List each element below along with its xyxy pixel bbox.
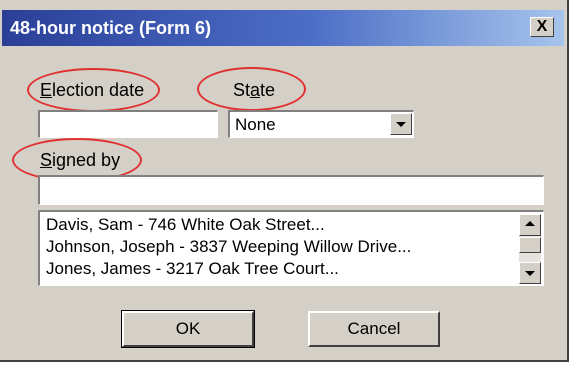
list-item[interactable]: Jones, James - 3217 Oak Tree Court... <box>46 259 339 279</box>
chevron-down-icon <box>525 271 535 276</box>
close-icon: X <box>536 18 548 35</box>
list-item[interactable]: Johnson, Joseph - 3837 Weeping Willow Dr… <box>46 237 411 257</box>
signed-by-label-rest: igned by <box>52 150 121 170</box>
election-date-input[interactable] <box>38 110 218 138</box>
form6-dialog: 48-hour notice (Form 6) X Election date … <box>0 0 569 362</box>
cancel-button[interactable]: Cancel <box>308 311 440 347</box>
state-label-rest: te <box>260 80 276 100</box>
state-hotkey: a <box>250 80 261 100</box>
state-select[interactable]: None <box>228 110 414 138</box>
election-date-label-rest: lection date <box>52 80 145 100</box>
dialog-title: 48-hour notice (Form 6) <box>10 18 212 38</box>
ok-button[interactable]: OK <box>121 310 255 348</box>
title-bar: 48-hour notice (Form 6) X <box>2 10 564 46</box>
signed-by-input[interactable] <box>38 175 544 205</box>
state-selected-value: None <box>235 115 276 134</box>
scroll-down-button[interactable] <box>519 262 541 284</box>
chevron-down-icon <box>396 122 406 127</box>
signed-by-hotkey: S <box>40 150 53 170</box>
election-date-hotkey: E <box>40 80 53 100</box>
chevron-up-icon <box>525 221 535 226</box>
list-item[interactable]: Davis, Sam - 746 White Oak Street... <box>46 215 325 235</box>
state-dropdown-button[interactable] <box>390 113 412 135</box>
listbox-scrollbar[interactable] <box>519 214 541 284</box>
state-label: State <box>233 80 275 101</box>
close-button[interactable]: X <box>530 17 554 37</box>
state-label-prefix: St <box>233 80 251 100</box>
scroll-up-button[interactable] <box>519 214 541 236</box>
election-date-label: Election date <box>40 80 144 101</box>
signed-by-label: Signed by <box>40 150 120 171</box>
signer-listbox[interactable]: Davis, Sam - 746 White Oak Street... Joh… <box>38 210 544 286</box>
scroll-thumb[interactable] <box>519 237 541 253</box>
